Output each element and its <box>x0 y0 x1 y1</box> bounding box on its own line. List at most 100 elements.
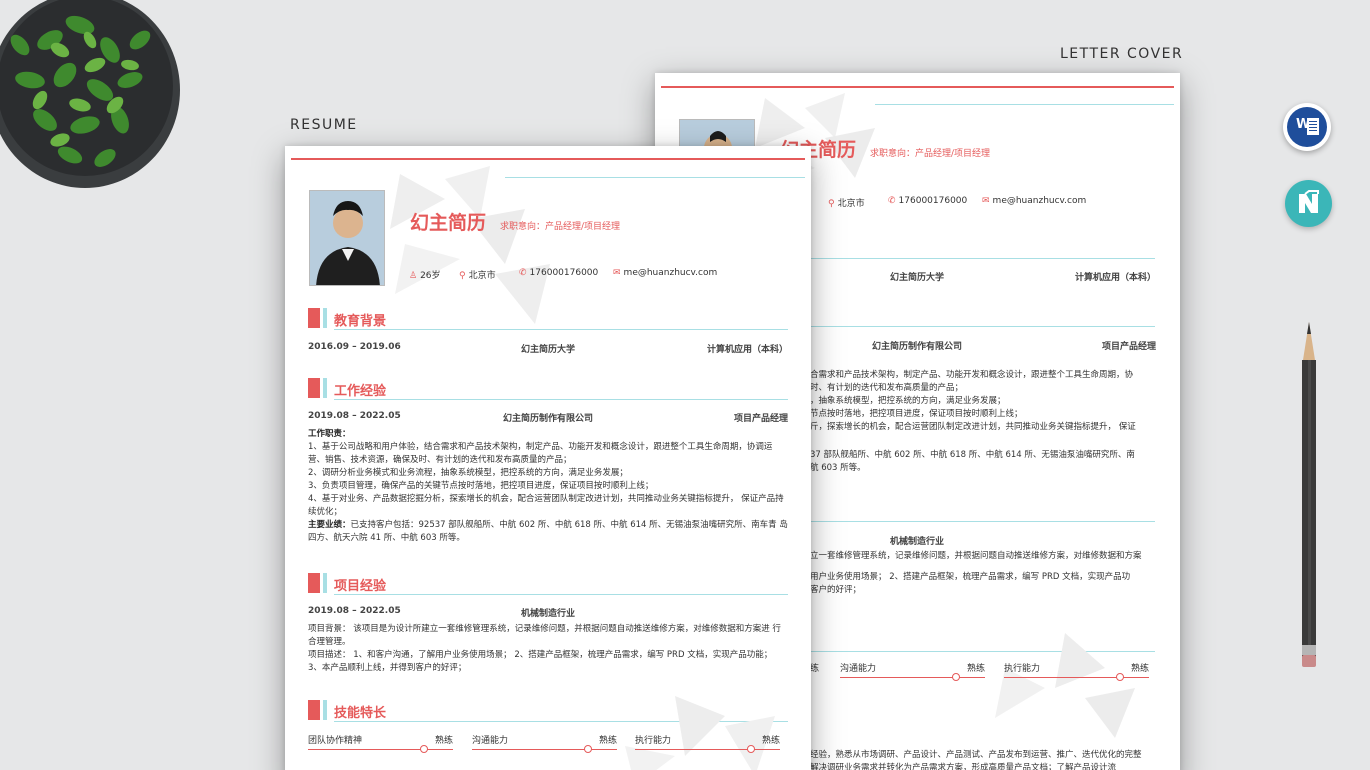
section-marker <box>308 573 320 593</box>
summary-line: 解决调研业务需求并转化为产品需求方案，形成高质量产品文档；了解产品设计流 <box>810 763 1117 770</box>
section-marker <box>308 308 320 328</box>
location-icon: ⚲ <box>459 271 466 281</box>
company-name: 幻主简历制作有限公司 <box>872 342 963 352</box>
skill-level: 熟练 <box>598 736 617 746</box>
email-icon: ✉ <box>982 196 990 206</box>
skill-knob[interactable] <box>1116 673 1124 681</box>
section-header-education: 教育背景 <box>308 308 788 330</box>
top-accent-line <box>291 158 805 160</box>
section-marker-secondary <box>323 378 327 398</box>
skill-name: 沟通能力 <box>840 664 877 674</box>
email-info: ✉ me@huanzhucv.com <box>982 196 1086 206</box>
role-name: 项目产品经理 <box>734 414 789 424</box>
section-rule <box>334 399 788 400</box>
notion-app-icon[interactable] <box>1285 180 1332 227</box>
city-info: ⚲ 北京市 <box>459 268 496 281</box>
city-text: 北京市 <box>837 199 865 209</box>
duty-line: 节点按时落地，把控项目进度，保证项目按时顺利上线； <box>810 409 1023 419</box>
skill-level: 熟练 <box>761 736 780 746</box>
section-header-project: 项目经验 <box>308 573 788 595</box>
skill-knob[interactable] <box>420 745 428 753</box>
section-marker-secondary <box>323 700 327 720</box>
skill-name: 团队协作精神 <box>308 736 363 746</box>
section-rule <box>810 326 1155 327</box>
work-duties: 合需求和产品技术架构，制定产品、功能开发和概念设计，跟进整个工具生命周期，协 时… <box>810 369 1160 434</box>
city-info: ⚲ 北京市 <box>828 196 865 209</box>
skill-teamwork: 团队协作精神 熟练 <box>308 733 453 755</box>
letter-cover-label: LETTER COVER <box>1060 46 1184 62</box>
phone-info: ✆ 176000176000 <box>888 196 967 206</box>
summary-lines: 经验，熟悉从市场调研、产品设计、产品测试、产品发布到运营、推广、迭代优化的完整 … <box>810 749 1160 770</box>
summary-line: 经验，熟悉从市场调研、产品设计、产品测试、产品发布到运营、推广、迭代优化的完整 <box>810 750 1142 760</box>
major-name: 计算机应用（本科） <box>707 345 789 355</box>
project-description: 项目描述： 1、和客户沟通，了解用户业务使用场景； 2、搭建产品框架，梳理产品需… <box>308 650 773 673</box>
resume-page: 幻主简历 求职意向：产品经理/项目经理 ♙ 26岁 ⚲ 北京市 ✆ 176000176… <box>285 146 811 770</box>
duty-line: ，抽象系统模型，把控系统的方向，满足业务发展； <box>810 396 1006 406</box>
location-icon: ⚲ <box>828 199 835 209</box>
section-rule <box>334 594 788 595</box>
section-marker <box>308 378 320 398</box>
candidate-name: 幻主简历 <box>410 212 487 234</box>
skill-name: 执行能力 <box>635 736 672 746</box>
word-icon-body: W <box>1287 107 1327 147</box>
phone-text: 176000176000 <box>898 196 968 206</box>
work-date: 2019.08 – 2022.05 <box>308 411 401 421</box>
project-details: 项目背景： 该项目是为设计所建立一套维修管理系统，记录维修问题，并根据问题自动推… <box>308 623 788 675</box>
skill-communication: 沟通能力 熟练 <box>472 733 617 755</box>
project-date: 2019.08 – 2022.05 <box>308 606 401 616</box>
city-text: 北京市 <box>468 271 496 281</box>
phone-text: 176000176000 <box>529 268 599 278</box>
resume-label: RESUME <box>290 117 358 133</box>
clients-line: 37 部队舰船所、中航 602 所、中航 618 所、中航 614 所、无锡油泵… <box>810 450 1135 460</box>
duty-label: 工作职责： <box>308 429 351 439</box>
project-background: 项目背景： 该项目是为设计所建立一套维修管理系统，记录维修问题，并根据问题自动推… <box>308 624 781 647</box>
duty-item: 4、基于对业务、产品数据挖掘分析，探索增长的机会，配合运营团队制定改进计划，共同… <box>308 494 784 517</box>
skill-knob[interactable] <box>747 745 755 753</box>
section-title: 工作经验 <box>334 384 387 399</box>
pencil-image <box>1302 322 1316 667</box>
top-accent-line <box>661 86 1174 88</box>
section-rule <box>810 258 1155 259</box>
role-name: 项目产品经理 <box>1102 342 1157 352</box>
job-intent: 求职意向：产品经理/项目经理 <box>500 222 621 232</box>
achievement-label: 主要业绩： <box>308 520 351 530</box>
skill-track <box>472 749 617 750</box>
skill-track <box>308 749 453 750</box>
duty-line: 斤，探索增长的机会，配合运营团队制定改进计划，共同推动业务关键指标提升， 保证 <box>810 422 1136 432</box>
word-app-icon[interactable]: W <box>1283 103 1331 151</box>
email-text: me@huanzhucv.com <box>992 196 1087 206</box>
section-rule <box>810 521 1155 522</box>
phone-icon: ✆ <box>519 268 527 278</box>
document-glyph <box>1307 118 1319 135</box>
skill-knob[interactable] <box>952 673 960 681</box>
clients-line: 航 603 所等。 <box>810 463 866 473</box>
job-intent: 求职意向：产品经理/项目经理 <box>870 149 991 159</box>
education-date: 2016.09 – 2019.06 <box>308 342 401 352</box>
skill-name: 沟通能力 <box>472 736 509 746</box>
notion-glyph <box>1299 190 1319 213</box>
work-details: 工作职责： 1、基于公司战略和用户体验，结合需求和产品技术架构，制定产品、功能开… <box>308 428 788 545</box>
industry-name: 机械制造行业 <box>521 609 576 619</box>
project-line: 立一套维修管理系统，记录维修问题，并根据问题自动推送维修方案，对维修数据和方案 <box>810 551 1142 561</box>
section-title: 教育背景 <box>334 314 387 329</box>
email-icon: ✉ <box>613 268 621 278</box>
project-lines: 立一套维修管理系统，记录维修问题，并根据问题自动推送维修方案，对维修数据和方案 … <box>810 550 1160 597</box>
achievement: 主要业绩：已支持客户包括：92537 部队舰船所、中航 602 所、中航 618… <box>308 519 788 545</box>
section-title: 项目经验 <box>334 579 387 594</box>
company-name: 幻主简历制作有限公司 <box>503 414 594 424</box>
duty-line: 时、有计划的迭代和发布高质量的产品； <box>810 383 964 393</box>
age-info: ♙ 26岁 <box>409 268 441 281</box>
age-text: 26岁 <box>420 271 441 281</box>
skill-level: 熟练 <box>1130 664 1149 674</box>
skill-knob[interactable] <box>584 745 592 753</box>
duty-item: 3、负责项目管理，确保产品的关键节点按时落地，把控项目进度，保证项目按时顺利上线… <box>308 481 654 491</box>
skill-name: 执行能力 <box>1004 664 1041 674</box>
industry-name: 机械制造行业 <box>890 537 945 547</box>
section-header-work: 工作经验 <box>308 378 788 400</box>
skill-level: 熟练 <box>966 664 985 674</box>
profile-photo <box>309 190 385 286</box>
achievement-text: 已支持客户包括：92537 部队舰船所、中航 602 所、中航 618 所、中航… <box>308 520 788 543</box>
school-name: 幻主简历大学 <box>890 273 945 283</box>
school-name: 幻主简历大学 <box>521 345 576 355</box>
section-title: 技能特长 <box>334 706 387 721</box>
